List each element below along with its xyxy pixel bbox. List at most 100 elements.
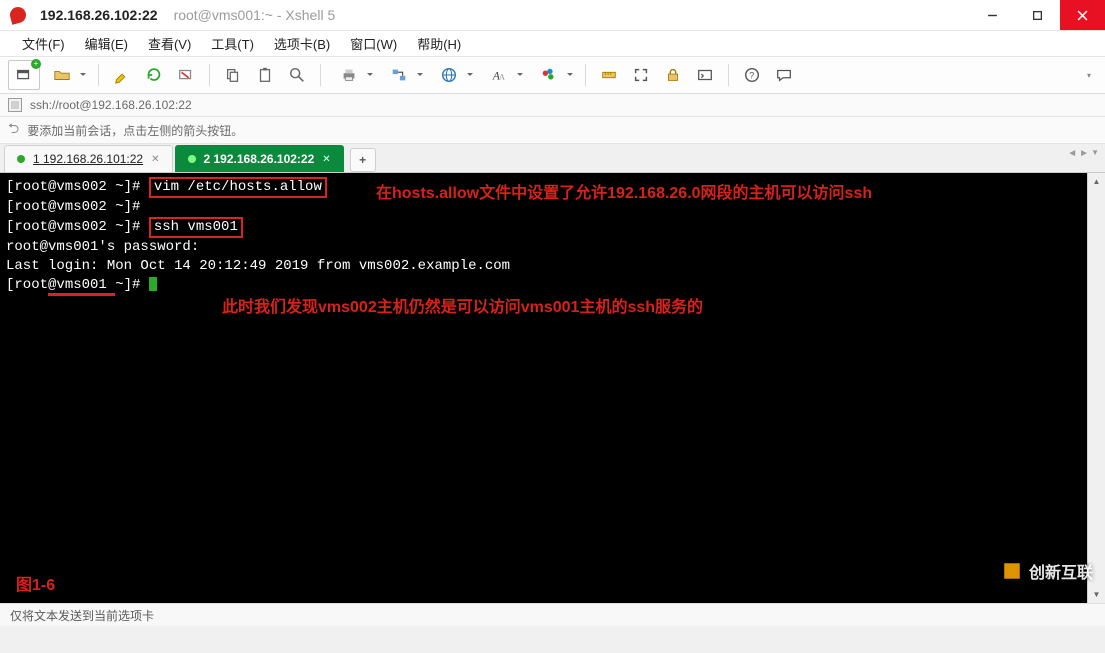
highlighter-icon [113,66,131,84]
tab-close-icon[interactable]: ✕ [151,154,159,165]
tab-label: 1 192.168.26.101:22 [33,152,143,166]
status-dot-icon [17,155,25,163]
terminal-area: [root@vms002 ~]# vim /etc/hosts.allow [r… [0,173,1105,603]
font-button[interactable]: AA [479,61,527,89]
highlighter-button[interactable] [107,61,137,89]
scroll-track[interactable] [1088,190,1105,586]
globe-icon [440,66,458,84]
prompt-close: ~]# [115,277,149,293]
menu-tools[interactable]: 工具(T) [203,31,262,56]
chat-icon [775,66,793,84]
reconnect-icon [145,66,163,84]
ruler-icon [600,66,618,84]
address-bar: ssh://root@192.168.26.102:22 [0,94,1105,117]
magnifier-icon [288,66,306,84]
status-dot-icon [188,155,196,163]
find-button[interactable] [282,61,312,89]
prompt: [root@vms002 ~]# [6,199,140,215]
watermark: 创新互联 [1001,559,1093,583]
lock-button[interactable] [658,61,688,89]
transfer-icon [390,66,408,84]
font-icon: AA [490,66,508,84]
new-session-icon [15,66,33,84]
printer-icon [340,66,358,84]
ruler-button[interactable] [594,61,624,89]
copy-button[interactable] [218,61,248,89]
new-session-button[interactable]: + [8,60,40,90]
hint-bar: ⮌ 要添加当前会话，点击左侧的箭头按钮。 [0,117,1105,144]
terminal-line: root@vms001's password: [6,239,199,255]
menubar: 文件(F) 编辑(E) 查看(V) 工具(T) 选项卡(B) 窗口(W) 帮助(… [0,31,1105,57]
separator [98,64,99,86]
app-icon [8,5,28,25]
window-title-main: 192.168.26.102:22 [40,7,158,23]
palette-button[interactable] [529,61,577,89]
toolbar-overflow[interactable]: ▾ [1081,71,1097,80]
separator [728,64,729,86]
palette-icon [540,66,558,84]
annotation-2: 此时我们发现vms002主机仍然是可以访问vms001主机的ssh服务的 [222,293,703,317]
tab-close-icon[interactable]: ✕ [322,154,330,165]
tab-next-icon[interactable]: ► [1079,148,1089,159]
separator [209,64,210,86]
prompt-open: [root [6,277,48,293]
paste-button[interactable] [250,61,280,89]
cursor [149,277,157,291]
watermark-text: 创新互联 [1029,559,1093,583]
figure-label: 图1-6 [16,571,55,595]
tab-prev-icon[interactable]: ◄ [1067,148,1077,159]
address-url[interactable]: ssh://root@192.168.26.102:22 [30,98,192,112]
transfer-button[interactable] [379,61,427,89]
tab-session-1[interactable]: 1 192.168.26.101:22 ✕ [4,145,173,172]
help-button[interactable]: ? [737,61,767,89]
watermark-logo-icon [1001,560,1023,582]
terminal-line: Last login: Mon Oct 14 20:12:49 2019 fro… [6,258,510,274]
maximize-button[interactable] [1015,0,1060,30]
lock-icon [664,66,682,84]
close-button[interactable] [1060,0,1105,30]
tab-nav: ◄ ► ▼ [1067,148,1099,159]
tab-add-button[interactable]: + [350,148,376,172]
separator [320,64,321,86]
tab-label: 2 192.168.26.102:22 [204,152,315,166]
open-session-button[interactable] [42,61,90,89]
vertical-scrollbar[interactable]: ▲ ▼ [1087,173,1105,603]
menu-file[interactable]: 文件(F) [14,31,73,56]
menu-help[interactable]: 帮助(H) [409,31,469,56]
hint-arrow-icon[interactable]: ⮌ [8,118,19,142]
menu-tabs[interactable]: 选项卡(B) [266,31,338,56]
window-controls [970,0,1105,30]
prompt: [root@vms002 ~]# [6,219,149,235]
scroll-up-icon[interactable]: ▲ [1088,173,1105,190]
status-bar: 仅将文本发送到当前选项卡 [0,603,1105,626]
menu-window[interactable]: 窗口(W) [342,31,405,56]
status-text: 仅将文本发送到当前选项卡 [10,607,154,624]
globe-button[interactable] [429,61,477,89]
minimize-button[interactable] [970,0,1015,30]
highlighted-command: vim /etc/hosts.allow [149,177,327,198]
svg-text:?: ? [749,71,754,81]
menu-view[interactable]: 查看(V) [140,31,199,56]
underlined-host: @vms001 [48,277,115,296]
terminal[interactable]: [root@vms002 ~]# vim /etc/hosts.allow [r… [0,173,1087,603]
separator [585,64,586,86]
highlighted-command: ssh vms001 [149,217,243,238]
toolbar: + AA [0,57,1105,94]
print-button[interactable] [329,61,377,89]
chat-button[interactable] [769,61,799,89]
tab-session-2[interactable]: 2 192.168.26.102:22 ✕ [175,145,344,172]
copy-icon [224,66,242,84]
tab-bar: 1 192.168.26.101:22 ✕ 2 192.168.26.102:2… [0,144,1105,173]
annotation-1: 在hosts.allow文件中设置了允许192.168.26.0网段的主机可以访… [376,179,872,203]
disconnect-button[interactable] [171,61,201,89]
open-folder-icon [53,66,71,84]
help-icon: ? [743,66,761,84]
paste-icon [256,66,274,84]
menu-edit[interactable]: 编辑(E) [77,31,136,56]
tab-list-icon[interactable]: ▼ [1091,148,1099,159]
terminal-button[interactable] [690,61,720,89]
session-icon [8,98,22,112]
fullscreen-button[interactable] [626,61,656,89]
reconnect-button[interactable] [139,61,169,89]
scroll-down-icon[interactable]: ▼ [1088,586,1105,603]
